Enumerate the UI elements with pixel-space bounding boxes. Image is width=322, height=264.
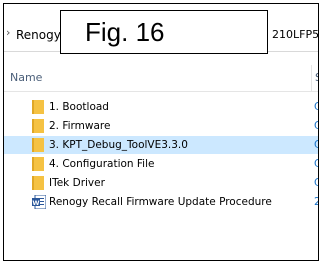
file-name: 3. KPT_Debug_ToolVE3.3.0 [49, 139, 188, 151]
file-date: 2 [314, 196, 318, 208]
file-row[interactable]: 4. Configuration File C [4, 155, 318, 173]
file-name: ITek Driver [49, 177, 105, 189]
file-name: 2. Firmware [49, 120, 111, 132]
file-date: C [314, 101, 318, 113]
file-date: C [314, 139, 318, 151]
figure-label: Fig. 16 [60, 10, 268, 54]
file-row[interactable]: ITek Driver C [4, 174, 318, 192]
file-row-selected[interactable]: 3. KPT_Debug_ToolVE3.3.0 C [4, 136, 318, 154]
file-date: C [314, 120, 318, 132]
column-header: Name S [4, 51, 318, 92]
folder-icon [32, 138, 44, 152]
file-row[interactable]: 1. Bootload C [4, 98, 318, 116]
file-date: C [314, 177, 318, 189]
explorer-window: › Renogy 210LFP51 Name S 1. Bootload C 2… [3, 3, 319, 261]
file-row[interactable]: 2. Firmware C [4, 117, 318, 135]
folder-icon [32, 100, 44, 114]
folder-icon [32, 176, 44, 190]
folder-icon [32, 157, 44, 171]
chevron-right-icon[interactable]: › [6, 26, 10, 39]
folder-icon [32, 119, 44, 133]
file-date: C [314, 158, 318, 170]
column-divider[interactable] [311, 65, 312, 91]
file-name: 1. Bootload [49, 101, 109, 113]
column-header-date[interactable]: S [315, 71, 318, 84]
file-name: Renogy Recall Firmware Update Procedure [49, 196, 272, 208]
word-document-icon: W [32, 195, 46, 209]
file-name: 4. Configuration File [49, 158, 155, 170]
breadcrumb-item-renogy[interactable]: Renogy [16, 28, 61, 42]
svg-text:W: W [32, 199, 39, 207]
file-row[interactable]: W Renogy Recall Firmware Update Procedur… [4, 193, 318, 211]
column-header-name[interactable]: Name [10, 71, 42, 84]
breadcrumb-item-folder[interactable]: 210LFP51 [272, 28, 318, 41]
